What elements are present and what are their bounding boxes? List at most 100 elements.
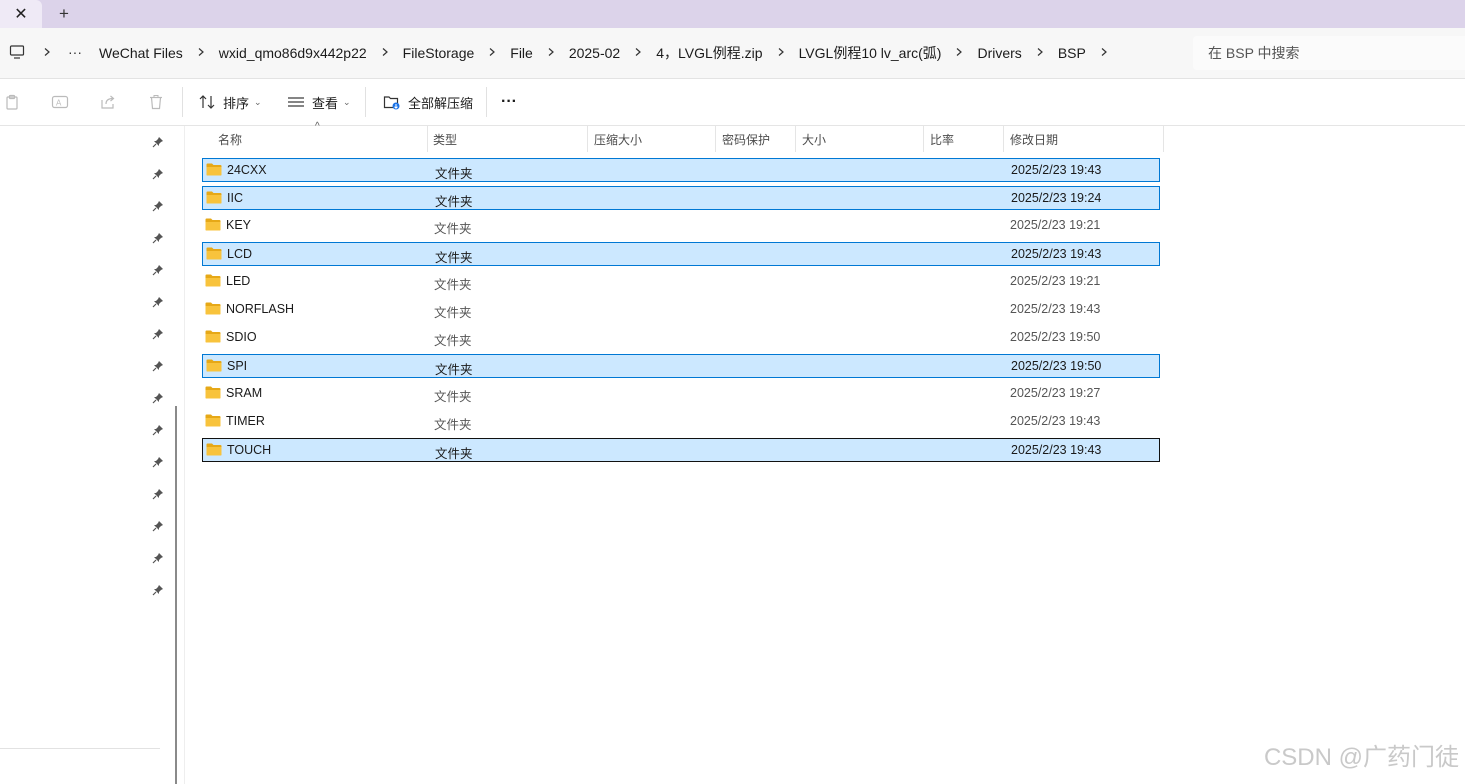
chevron-right-icon[interactable] xyxy=(378,46,392,60)
file-row[interactable]: KEY 文件夹 2025/2/23 19:21 xyxy=(202,214,1160,238)
address-bar: ··· WeChat Files wxid_qmo86d9x442p22 Fil… xyxy=(0,28,1465,79)
file-name: SPI xyxy=(227,359,248,373)
view-button[interactable]: 查看 ⌄ xyxy=(286,89,351,115)
column-header-ratio[interactable]: 比率 xyxy=(924,126,1003,152)
sort-button[interactable]: 排序 ⌄ xyxy=(197,89,262,115)
pin-icon[interactable] xyxy=(151,263,165,277)
extract-all-button[interactable]: 全部解压缩 xyxy=(382,89,473,115)
pin-icon[interactable] xyxy=(151,199,165,213)
file-date-modified: 2025/2/23 19:27 xyxy=(1010,386,1101,400)
file-name: IIC xyxy=(227,191,243,205)
file-row[interactable]: TOUCH 文件夹 2025/2/23 19:43 xyxy=(202,438,1160,462)
delete-icon[interactable] xyxy=(146,92,166,112)
pin-icon[interactable] xyxy=(151,135,165,149)
column-header-compressed-size[interactable]: 压缩大小 xyxy=(588,126,715,152)
pin-icon[interactable] xyxy=(151,423,165,437)
view-label: 查看 xyxy=(312,95,339,111)
breadcrumb-item-current[interactable]: BSP xyxy=(1047,45,1097,61)
pin-icon[interactable] xyxy=(151,551,165,565)
file-name: NORFLASH xyxy=(226,302,295,316)
breadcrumb: WeChat Files wxid_qmo86d9x442p22 FileSto… xyxy=(88,36,1185,70)
pin-icon[interactable] xyxy=(151,583,165,597)
column-header-password-protected[interactable]: 密码保护 xyxy=(716,126,795,152)
paste-icon[interactable] xyxy=(2,92,22,112)
file-type: 文件夹 xyxy=(435,195,473,209)
column-header-name[interactable]: 名称 xyxy=(212,126,427,152)
file-date-modified: 2025/2/23 19:43 xyxy=(1010,414,1101,428)
folder-icon xyxy=(205,414,221,427)
pin-icon[interactable] xyxy=(151,519,165,533)
chevron-right-icon[interactable] xyxy=(194,46,208,60)
chevron-down-icon: ⌄ xyxy=(343,96,351,107)
column-header-type[interactable]: 类型 xyxy=(427,126,587,152)
column-header-date-modified[interactable]: 修改日期 xyxy=(1004,126,1163,152)
breadcrumb-item[interactable]: WeChat Files xyxy=(88,45,194,61)
chevron-right-icon[interactable] xyxy=(485,46,499,60)
file-date-modified: 2025/2/23 19:43 xyxy=(1011,443,1102,457)
column-separator[interactable] xyxy=(1163,126,1164,152)
pin-icon[interactable] xyxy=(151,359,165,373)
new-tab-button[interactable]: + xyxy=(52,2,76,26)
file-date-modified: 2025/2/23 19:21 xyxy=(1010,274,1101,288)
chevron-right-icon[interactable] xyxy=(1097,46,1111,60)
command-bar: A 排序 ⌄ 查看 ⌄ 全部解压缩 ··· xyxy=(0,79,1465,126)
pin-icon[interactable] xyxy=(151,327,165,341)
file-type: 文件夹 xyxy=(434,306,472,320)
breadcrumb-item[interactable]: FileStorage xyxy=(392,45,486,61)
file-name: TIMER xyxy=(226,414,265,428)
folder-icon xyxy=(206,359,222,372)
nav-scrollbar[interactable] xyxy=(175,406,177,784)
breadcrumb-item[interactable]: 2025-02 xyxy=(558,45,631,61)
file-row[interactable]: LED 文件夹 2025/2/23 19:21 xyxy=(202,270,1160,294)
folder-icon xyxy=(205,386,221,399)
breadcrumb-item[interactable]: Drivers xyxy=(966,45,1032,61)
computer-icon[interactable] xyxy=(7,42,27,62)
breadcrumb-item[interactable]: File xyxy=(499,45,544,61)
pin-icon[interactable] xyxy=(151,167,165,181)
pin-icon[interactable] xyxy=(151,295,165,309)
chevron-right-icon[interactable] xyxy=(631,46,645,60)
file-row[interactable]: 24CXX 文件夹 2025/2/23 19:43 xyxy=(202,158,1160,182)
file-date-modified: 2025/2/23 19:43 xyxy=(1011,247,1102,261)
breadcrumb-item[interactable]: wxid_qmo86d9x442p22 xyxy=(208,45,378,61)
folder-icon xyxy=(205,218,221,231)
pane-divider[interactable] xyxy=(184,126,185,784)
pin-icon[interactable] xyxy=(151,487,165,501)
more-options-button[interactable]: ··· xyxy=(501,89,517,115)
file-name: KEY xyxy=(226,218,252,232)
file-date-modified: 2025/2/23 19:50 xyxy=(1010,330,1101,344)
breadcrumb-item[interactable]: 4，LVGL例程.zip xyxy=(645,43,773,63)
file-row[interactable]: SPI 文件夹 2025/2/23 19:50 xyxy=(202,354,1160,378)
folder-icon xyxy=(206,163,222,176)
file-date-modified: 2025/2/23 19:50 xyxy=(1011,359,1102,373)
file-row[interactable]: LCD 文件夹 2025/2/23 19:43 xyxy=(202,242,1160,266)
file-row[interactable]: NORFLASH 文件夹 2025/2/23 19:43 xyxy=(202,298,1160,322)
file-row[interactable]: SDIO 文件夹 2025/2/23 19:50 xyxy=(202,326,1160,350)
chevron-right-icon[interactable] xyxy=(544,46,558,60)
more-locations-icon[interactable]: ··· xyxy=(65,42,85,62)
view-icon xyxy=(286,95,306,109)
column-header-size[interactable]: 大小 xyxy=(796,126,923,152)
file-row[interactable]: SRAM 文件夹 2025/2/23 19:27 xyxy=(202,382,1160,406)
chevron-right-icon[interactable] xyxy=(774,46,788,60)
search-input[interactable]: 在 BSP 中搜索 xyxy=(1193,36,1465,70)
pin-icon[interactable] xyxy=(151,391,165,405)
toolbar-divider xyxy=(486,87,487,117)
tab-strip: ✕ + xyxy=(0,0,1465,28)
chevron-right-icon[interactable] xyxy=(1033,46,1047,60)
file-row[interactable]: IIC 文件夹 2025/2/23 19:24 xyxy=(202,186,1160,210)
rename-icon[interactable]: A xyxy=(50,92,70,112)
file-type: 文件夹 xyxy=(434,278,472,292)
close-tab-button[interactable]: ✕ xyxy=(0,0,42,28)
share-icon[interactable] xyxy=(98,92,118,112)
chevron-right-icon[interactable] xyxy=(952,46,966,60)
pin-icon[interactable] xyxy=(151,455,165,469)
navigation-pane xyxy=(0,126,175,784)
file-row[interactable]: TIMER 文件夹 2025/2/23 19:43 xyxy=(202,410,1160,434)
folder-icon xyxy=(206,247,222,260)
breadcrumb-item[interactable]: LVGL例程10 lv_arc(弧) xyxy=(788,43,953,63)
pin-icon[interactable] xyxy=(151,231,165,245)
folder-icon xyxy=(206,191,222,204)
svg-text:A: A xyxy=(56,99,62,108)
chevron-right-icon[interactable] xyxy=(37,42,57,62)
